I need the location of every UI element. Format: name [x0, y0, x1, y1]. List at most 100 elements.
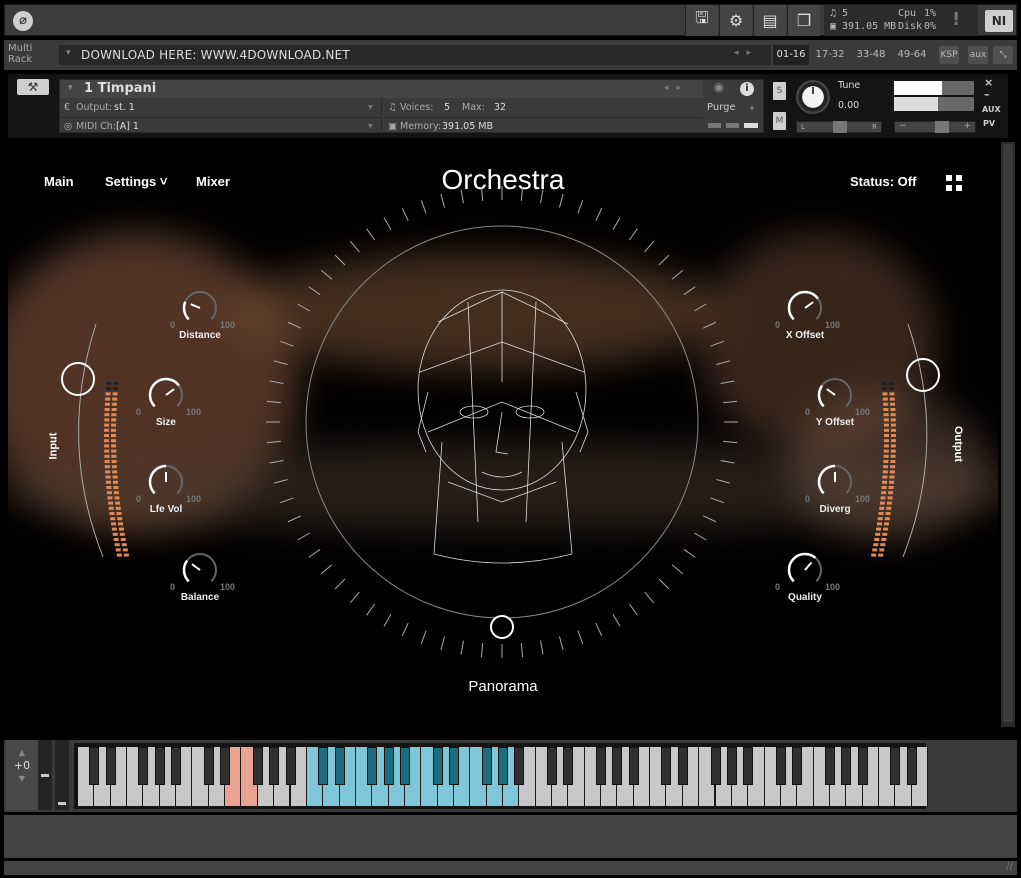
knob-quality[interactable]: 0 100 Quality: [765, 552, 845, 614]
knob-size[interactable]: 0 100 Size: [126, 377, 206, 439]
volume-plus[interactable]: +: [963, 121, 971, 131]
wrench-icon[interactable]: ⚒: [17, 79, 49, 95]
minimize-view-button[interactable]: ❐: [787, 5, 820, 36]
collapse-icon[interactable]: ⤡: [993, 46, 1013, 64]
mute-button[interactable]: M: [773, 112, 786, 130]
multi-preset-field[interactable]: ▾ DOWNLOAD HERE: WWW.4DOWNLOAD.NET ◂▸: [59, 45, 771, 65]
view-button[interactable]: ▤: [753, 5, 786, 36]
black-key[interactable]: [547, 747, 558, 785]
black-key[interactable]: [285, 747, 296, 785]
tab-49-64[interactable]: 49-64: [894, 45, 930, 65]
aux-button[interactable]: aux: [968, 46, 988, 64]
volume-slider[interactable]: − +: [894, 121, 976, 133]
octave-shift[interactable]: ▲ +0 ▼: [6, 740, 38, 810]
black-key[interactable]: [824, 747, 835, 785]
black-key[interactable]: [383, 747, 394, 785]
black-key[interactable]: [743, 747, 754, 785]
black-key[interactable]: [726, 747, 737, 785]
midi-row[interactable]: ◎ MIDI Ch: [A] 1 ▾: [60, 117, 382, 134]
options-button[interactable]: ⚙: [719, 5, 752, 36]
kontakt-logo-icon[interactable]: ⌀: [13, 11, 33, 31]
pv-toggle[interactable]: PV: [983, 119, 995, 128]
output-meter-segment: [873, 543, 879, 547]
knob-x-offset[interactable]: 0 100 X Offset: [765, 290, 845, 352]
black-key[interactable]: [154, 747, 165, 785]
preset-nav-arrows[interactable]: ◂▸: [734, 48, 759, 58]
black-key[interactable]: [596, 747, 607, 785]
knob-lfe-vol[interactable]: 0 100 Lfe Vol: [126, 464, 206, 526]
warning-icon[interactable]: !: [952, 9, 960, 30]
tab-01-16[interactable]: 01-16: [773, 45, 809, 65]
output-meter-segment: [886, 501, 892, 505]
black-key[interactable]: [890, 747, 901, 785]
black-key[interactable]: [514, 747, 525, 785]
scrollbar-thumb[interactable]: [1003, 144, 1013, 722]
max-voices-value[interactable]: 32: [494, 102, 506, 113]
black-key[interactable]: [252, 747, 263, 785]
output-row[interactable]: € Output: st. 1 ▾: [60, 99, 382, 116]
ksp-button[interactable]: KSP: [939, 46, 959, 64]
volume-handle[interactable]: [935, 121, 949, 133]
black-key[interactable]: [318, 747, 329, 785]
black-key[interactable]: [710, 747, 721, 785]
black-key[interactable]: [367, 747, 378, 785]
tab-17-32[interactable]: 17-32: [812, 45, 848, 65]
minimize-icon[interactable]: –: [984, 88, 990, 101]
solo-button[interactable]: S: [773, 82, 786, 100]
purge-button[interactable]: Purge: [707, 102, 736, 113]
black-key[interactable]: [399, 747, 410, 785]
instrument-name-bar[interactable]: ▾ 1 Timpani ◂▸: [60, 80, 703, 98]
output-meter-segment: [889, 392, 895, 396]
instrument-nav-arrows[interactable]: ◂▸: [664, 83, 689, 93]
tune-knob[interactable]: [796, 80, 830, 114]
black-key[interactable]: [138, 747, 149, 785]
camera-icon[interactable]: ◉: [705, 80, 733, 98]
knob-y-offset[interactable]: 0 100 Y Offset: [795, 377, 875, 439]
pitch-bend-slider[interactable]: [38, 740, 52, 810]
ni-logo[interactable]: NI: [985, 10, 1013, 32]
dropdown-arrow-icon[interactable]: ▾: [68, 83, 73, 93]
black-key[interactable]: [612, 747, 623, 785]
black-key[interactable]: [792, 747, 803, 785]
black-key[interactable]: [220, 747, 231, 785]
black-key[interactable]: [906, 747, 917, 785]
pan-slider[interactable]: L R: [796, 121, 882, 133]
knob-diverg[interactable]: 0 100 Diverg: [795, 464, 875, 526]
vertical-scrollbar[interactable]: [1001, 142, 1015, 727]
panorama-tick: [658, 578, 670, 590]
black-key[interactable]: [628, 747, 639, 785]
mod-wheel-slider[interactable]: [55, 740, 69, 810]
info-icon[interactable]: i: [740, 82, 754, 96]
save-button[interactable]: 🖫: [685, 5, 718, 36]
black-key[interactable]: [841, 747, 852, 785]
aux-toggle[interactable]: AUX: [982, 105, 1001, 114]
black-key[interactable]: [498, 747, 508, 785]
black-key[interactable]: [677, 747, 688, 785]
input-meter-segment: [115, 501, 121, 505]
black-key[interactable]: [563, 747, 574, 785]
black-key[interactable]: [89, 747, 100, 785]
piano-keyboard[interactable]: [74, 743, 928, 809]
black-key[interactable]: [171, 747, 182, 785]
black-key[interactable]: [203, 747, 214, 785]
black-key[interactable]: [448, 747, 459, 785]
dropdown-arrow-icon[interactable]: ▾: [750, 104, 754, 113]
resize-handle-icon[interactable]: ∕∕: [1006, 861, 1013, 872]
octave-down-icon[interactable]: ▼: [6, 774, 38, 783]
volume-minus[interactable]: −: [899, 121, 907, 131]
pan-handle[interactable]: [833, 121, 847, 133]
black-key[interactable]: [481, 747, 492, 785]
black-key[interactable]: [857, 747, 868, 785]
output-meter-segment: [890, 413, 896, 417]
dropdown-arrow-icon[interactable]: ▾: [66, 48, 71, 58]
black-key[interactable]: [432, 747, 443, 785]
knob-distance[interactable]: 0 100 Distance: [160, 290, 240, 352]
tab-33-48[interactable]: 33-48: [853, 45, 889, 65]
black-key[interactable]: [269, 747, 280, 785]
black-key[interactable]: [105, 747, 116, 785]
black-key[interactable]: [334, 747, 345, 785]
octave-up-icon[interactable]: ▲: [6, 748, 38, 757]
black-key[interactable]: [661, 747, 672, 785]
black-key[interactable]: [775, 747, 786, 785]
knob-balance[interactable]: 0 100 Balance: [160, 552, 240, 614]
